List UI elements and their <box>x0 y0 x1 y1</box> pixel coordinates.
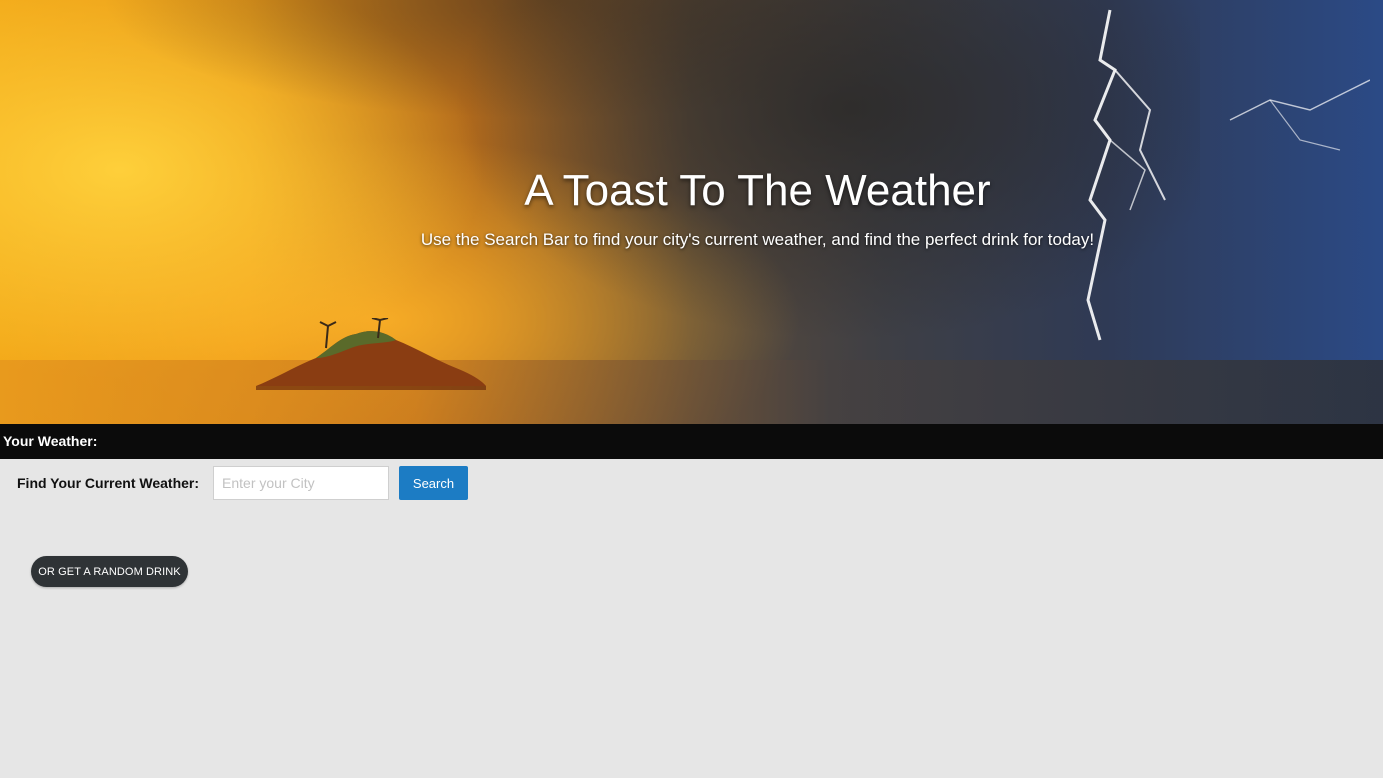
island-image <box>256 318 486 390</box>
page-title: A Toast To The Weather <box>524 166 991 215</box>
search-button[interactable]: Search <box>399 466 469 500</box>
weather-section-label: Your Weather: <box>3 433 98 449</box>
search-label: Find Your Current Weather: <box>17 475 200 491</box>
weather-search-form: Find Your Current Weather: Search <box>17 466 469 500</box>
page-subtitle: Use the Search Bar to find your city's c… <box>420 230 1095 249</box>
weather-section-bar: Your Weather: <box>0 424 1383 459</box>
city-search-input[interactable] <box>213 466 390 500</box>
hero-banner: A Toast To The Weather Use the Search Ba… <box>0 0 1383 424</box>
random-drink-button[interactable]: OR GET A RANDOM DRINK <box>31 556 188 587</box>
hero-sea <box>0 360 1383 424</box>
